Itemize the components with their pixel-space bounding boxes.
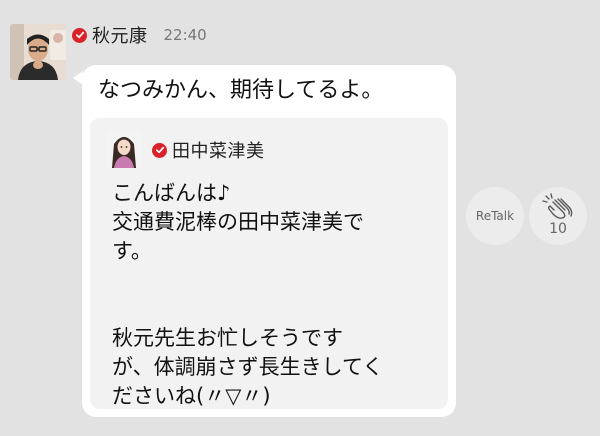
quoted-line: す。 xyxy=(112,239,152,263)
post-header: 秋元康 22:40 xyxy=(72,22,207,48)
quoted-line xyxy=(112,266,428,295)
quoted-line: 交通費泥棒の田中菜津美で xyxy=(112,210,364,234)
sender-avatar[interactable] xyxy=(10,24,66,80)
quoted-sender-avatar[interactable] xyxy=(106,132,142,168)
quoted-line: 秋元先生お忙しそうです xyxy=(112,326,343,350)
quoted-message-text: こんばんは♪ 交通費泥棒の田中菜津美で す。 秋元先生お忙しそうです が、体調崩… xyxy=(112,179,428,409)
quoted-post-header: 田中菜津美 xyxy=(152,138,265,162)
quoted-line: ださいね(〃▽〃) xyxy=(112,384,271,408)
quoted-post-card[interactable]: 田中菜津美 こんばんは♪ 交通費泥棒の田中菜津美で す。 秋元先生お忙しそうです… xyxy=(90,118,448,409)
message-text: なつみかん、期待してるよ。 xyxy=(98,78,384,103)
clap-count: 10 xyxy=(549,221,567,237)
clap-icon xyxy=(542,193,573,219)
clap-button[interactable]: 10 xyxy=(529,187,587,245)
quoted-line xyxy=(112,295,428,324)
message-bubble[interactable]: なつみかん、期待してるよ。 田中菜津美 こんばんは♪ 交通費泥棒の田中菜津美で … xyxy=(73,65,456,417)
quoted-sender-name[interactable]: 田中菜津美 xyxy=(172,137,265,163)
quoted-line: こんばんは♪ xyxy=(112,181,231,205)
verified-check-icon xyxy=(152,142,167,158)
verified-check-icon xyxy=(72,27,87,43)
retalk-button[interactable]: ReTalk xyxy=(466,187,524,245)
sender-name[interactable]: 秋元康 xyxy=(92,22,148,48)
quoted-line: が、体調崩さず長生きしてく xyxy=(112,355,384,379)
post-timestamp: 22:40 xyxy=(163,26,207,44)
